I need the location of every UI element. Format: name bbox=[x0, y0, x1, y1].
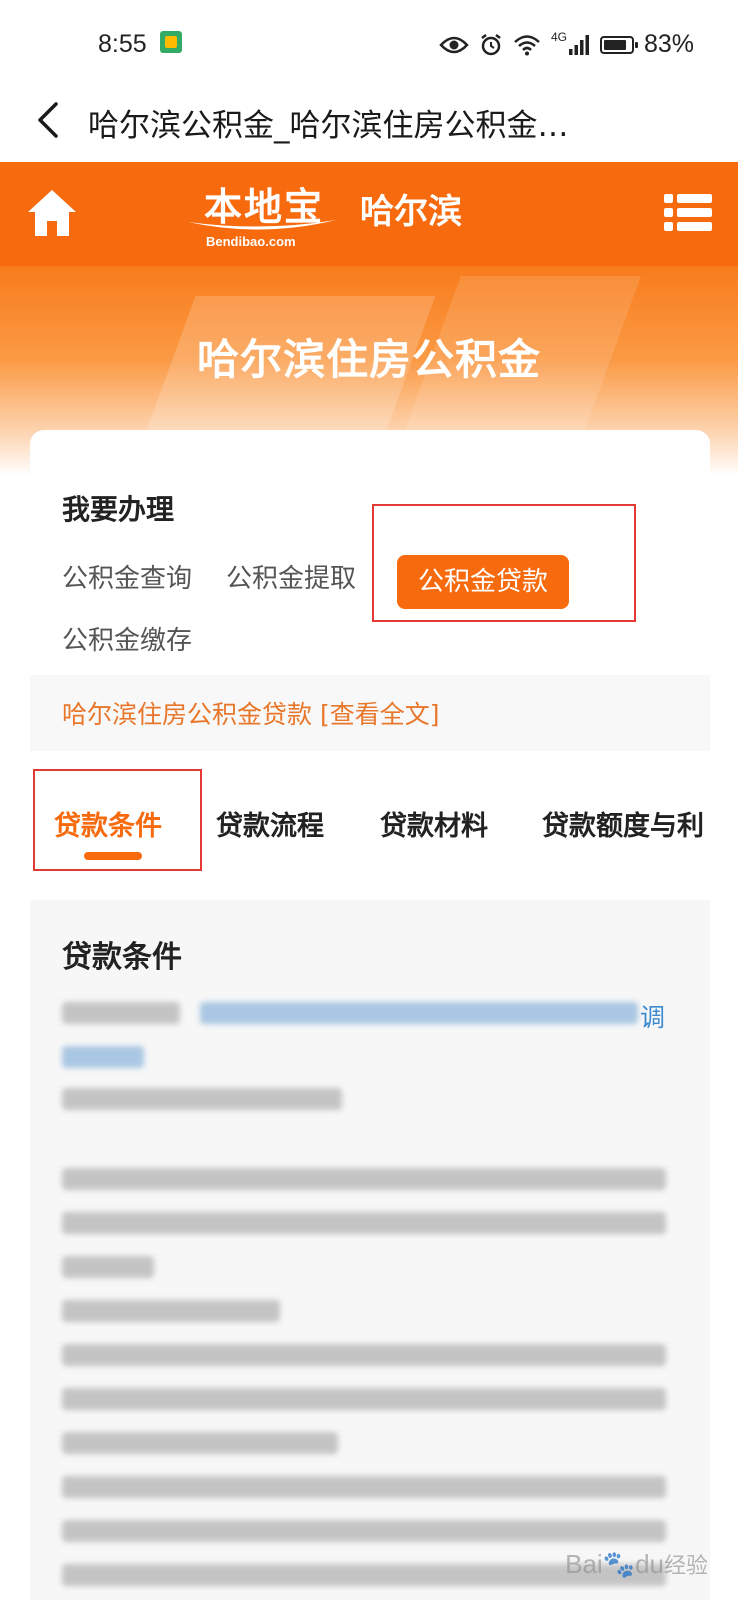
blurred-text-line bbox=[62, 1300, 280, 1322]
browser-nav-bar: 哈尔滨公积金_哈尔滨住房公积金… bbox=[0, 84, 738, 162]
page-title: 哈尔滨公积金_哈尔滨住房公积金… bbox=[88, 108, 569, 144]
highlight-box-loan-option bbox=[372, 504, 636, 622]
blurred-text-line bbox=[62, 1168, 666, 1190]
option-housing-fund-deposit[interactable]: 公积金缴存 bbox=[62, 620, 192, 657]
tab-loan-process[interactable]: 贷款流程 bbox=[216, 804, 324, 843]
status-bar: 8:55 4G 83% bbox=[0, 0, 738, 84]
banner-title: 哈尔滨住房公积金 bbox=[196, 335, 541, 384]
city-name[interactable]: 哈尔滨 bbox=[360, 184, 462, 233]
blurred-text-line bbox=[62, 1256, 154, 1278]
tab-loan-amount-rate[interactable]: 贷款额度与利 bbox=[542, 804, 704, 843]
watermark-brand: Bai bbox=[565, 1549, 603, 1579]
battery-icon bbox=[599, 35, 638, 54]
logo-swoosh bbox=[188, 220, 336, 230]
logo-subtext: Bendibao.com bbox=[206, 234, 296, 249]
blurred-text-line bbox=[62, 1088, 342, 1110]
option-housing-fund-query[interactable]: 公积金查询 bbox=[62, 558, 192, 595]
article-link[interactable]: 哈尔滨住房公积金贷款 [查看全文] bbox=[62, 695, 439, 731]
tab-loan-materials[interactable]: 贷款材料 bbox=[380, 804, 488, 843]
blurred-link-line bbox=[200, 1002, 638, 1024]
blurred-text-line bbox=[62, 1002, 180, 1024]
blurred-text-line bbox=[62, 1388, 666, 1410]
alarm-icon bbox=[479, 33, 503, 57]
services-heading: 我要办理 bbox=[62, 493, 175, 526]
wifi-icon bbox=[513, 34, 541, 56]
blurred-text-line bbox=[62, 1476, 666, 1498]
link-tail-char[interactable]: 调 bbox=[640, 998, 665, 1034]
site-header: 本地宝 Bendibao.com 哈尔滨 bbox=[0, 162, 738, 266]
blurred-text-line bbox=[62, 1344, 666, 1366]
battery-percent: 83% bbox=[643, 30, 694, 58]
network-type: 4G bbox=[550, 29, 567, 44]
status-time: 8:55 bbox=[98, 30, 147, 58]
service-card: 我要办理 公积金查询 公积金提取 公积金贷款 公积金缴存 哈尔滨住房公积金贷款 … bbox=[30, 430, 710, 1600]
watermark-cn: 经验 bbox=[663, 1553, 708, 1578]
site-logo[interactable]: 本地宝 Bendibao.com bbox=[186, 172, 346, 256]
option-housing-fund-withdrawal[interactable]: 公积金提取 bbox=[226, 558, 356, 595]
highlight-box-active-tab bbox=[33, 769, 202, 871]
cellular-signal-icon: 4G bbox=[551, 30, 590, 56]
tab-content-panel: 贷款条件 调 bbox=[30, 900, 710, 1600]
status-indicators: 4G 83% bbox=[439, 30, 694, 59]
blurred-text-line bbox=[62, 1520, 666, 1542]
blurred-text-line bbox=[62, 1212, 666, 1234]
blurred-text-line bbox=[62, 1432, 338, 1454]
paw-icon: 🐾 bbox=[602, 1549, 636, 1579]
app-notification-icon bbox=[160, 31, 182, 53]
eye-icon bbox=[439, 35, 469, 55]
blurred-link-line bbox=[62, 1046, 144, 1068]
back-arrow-icon[interactable] bbox=[30, 98, 70, 142]
home-icon[interactable] bbox=[24, 186, 80, 240]
baidu-watermark: Bai🐾du经验 bbox=[565, 1548, 708, 1580]
article-link-strip: 哈尔滨住房公积金贷款 [查看全文] bbox=[30, 675, 710, 751]
menu-list-icon[interactable] bbox=[664, 192, 712, 234]
content-title: 贷款条件 bbox=[62, 940, 182, 975]
watermark-brand-end: du bbox=[635, 1549, 664, 1579]
